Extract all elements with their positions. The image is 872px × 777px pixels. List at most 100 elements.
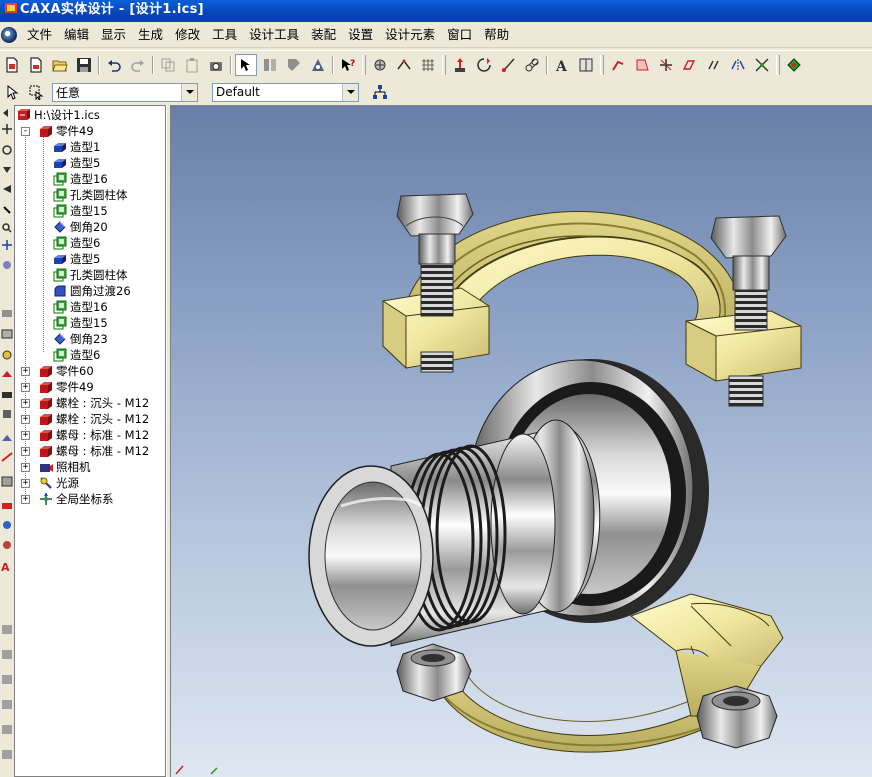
part-icon: [39, 412, 53, 426]
toolbar-grip[interactable]: [600, 54, 604, 75]
tag-icon[interactable]: [283, 54, 305, 76]
assembly-icon[interactable]: [783, 54, 805, 76]
expand-icon[interactable]: +: [21, 462, 30, 472]
tree-item[interactable]: 倒角20: [53, 219, 108, 235]
revolve-icon[interactable]: [473, 54, 495, 76]
tree-item[interactable]: 造型6: [53, 347, 100, 363]
tree-item[interactable]: + 螺母 : 标准 - M12: [21, 443, 149, 459]
tree-item[interactable]: 造型15: [53, 315, 108, 331]
tree-item[interactable]: + 照相机: [21, 459, 91, 475]
trim-icon[interactable]: [751, 54, 773, 76]
tree-item[interactable]: + 螺栓 : 沉头 - M12: [21, 395, 149, 411]
tree-item[interactable]: + 螺母 : 标准 - M12: [21, 427, 149, 443]
tree-item[interactable]: 造型1: [53, 139, 100, 155]
face-draft-icon[interactable]: [631, 54, 653, 76]
grid-icon[interactable]: [417, 54, 439, 76]
style-combo[interactable]: Default: [212, 82, 359, 102]
camera-snap-icon[interactable]: [205, 54, 227, 76]
tree-item-label: 光源: [56, 476, 79, 490]
clamp-assembly-model: [175, 193, 802, 775]
expand-icon[interactable]: +: [21, 494, 30, 504]
left-tool-icons[interactable]: A: [0, 105, 14, 777]
light-icon: [39, 476, 53, 490]
extrude-icon[interactable]: [449, 54, 471, 76]
toolbar-grip[interactable]: [776, 54, 780, 75]
arrow-curve-icon[interactable]: [607, 54, 629, 76]
collapse-icon[interactable]: -: [21, 126, 30, 136]
menu-view[interactable]: 显示: [95, 23, 132, 47]
new-drawing-icon[interactable]: [25, 54, 47, 76]
chevron-down-icon[interactable]: [181, 83, 197, 101]
tree-item[interactable]: 造型6: [53, 235, 100, 251]
menu-window[interactable]: 窗口: [441, 23, 478, 47]
tree-item[interactable]: 造型5: [53, 155, 100, 171]
menu-generate[interactable]: 生成: [132, 23, 169, 47]
mirror-icon[interactable]: [727, 54, 749, 76]
layout-icon[interactable]: [575, 54, 597, 76]
toolbar-grip[interactable]: [362, 54, 366, 75]
tree-item[interactable]: 造型5: [53, 251, 100, 267]
view-bar-icon[interactable]: [259, 54, 281, 76]
render-icon[interactable]: [307, 54, 329, 76]
tree-item[interactable]: + 全局坐标系: [21, 491, 114, 507]
offset-icon[interactable]: [703, 54, 725, 76]
menu-edit[interactable]: 编辑: [58, 23, 95, 47]
expand-icon[interactable]: +: [21, 446, 30, 456]
hierarchy-icon[interactable]: [369, 81, 391, 103]
tree-item[interactable]: + 螺栓 : 沉头 - M12: [21, 411, 149, 427]
tree-item[interactable]: 孔类圆柱体: [53, 267, 128, 283]
expand-icon[interactable]: +: [21, 398, 30, 408]
loft-icon[interactable]: [521, 54, 543, 76]
tree-item[interactable]: + 光源: [21, 475, 79, 491]
sweep-icon[interactable]: [497, 54, 519, 76]
tree-item[interactable]: - 零件49: [21, 123, 94, 139]
tree-item[interactable]: 孔类圆柱体: [53, 187, 128, 203]
expand-icon[interactable]: +: [21, 382, 30, 392]
menu-assembly[interactable]: 装配: [305, 23, 342, 47]
tree-item[interactable]: 造型15: [53, 203, 108, 219]
text-icon[interactable]: A: [551, 54, 573, 76]
expand-icon[interactable]: +: [21, 430, 30, 440]
expand-icon[interactable]: +: [21, 414, 30, 424]
tree-item[interactable]: 造型16: [53, 299, 108, 315]
split-icon[interactable]: [655, 54, 677, 76]
tree-root[interactable]: H:\设计1.ics: [17, 107, 100, 123]
pick-face-icon[interactable]: [369, 54, 391, 76]
shell-icon[interactable]: [679, 54, 701, 76]
selection-filter-combo[interactable]: 任意: [52, 82, 198, 102]
toolbar-grip[interactable]: [442, 54, 446, 75]
tree-item-label: 螺栓 : 沉头 - M12: [56, 412, 150, 426]
pointer-icon[interactable]: [1, 81, 23, 103]
help-pointer-icon[interactable]: ?: [337, 54, 359, 76]
undo-icon[interactable]: [103, 54, 125, 76]
tree-item[interactable]: + 零件49: [21, 379, 94, 395]
open-folder-icon[interactable]: [49, 54, 71, 76]
menu-design-elements[interactable]: 设计元素: [379, 23, 441, 47]
document-system-icon[interactable]: [1, 26, 17, 43]
shape-icon: [53, 252, 67, 266]
box-select-icon[interactable]: [25, 81, 47, 103]
tree-item[interactable]: + 零件60: [21, 363, 94, 379]
tree-item[interactable]: 圆角过渡26: [53, 283, 131, 299]
menu-file[interactable]: 文件: [21, 23, 58, 47]
copy-disabled-icon[interactable]: [157, 54, 179, 76]
menu-settings[interactable]: 设置: [342, 23, 379, 47]
expand-icon[interactable]: +: [21, 478, 30, 488]
save-icon[interactable]: [73, 54, 95, 76]
paste-disabled-icon[interactable]: [181, 54, 203, 76]
feature-green-icon: [53, 236, 67, 250]
pick-edge-icon[interactable]: [393, 54, 415, 76]
chevron-down-icon[interactable]: [342, 83, 358, 101]
redo-icon[interactable]: [127, 54, 149, 76]
menu-design-tools[interactable]: 设计工具: [243, 23, 305, 47]
menu-tools[interactable]: 工具: [206, 23, 243, 47]
menu-modify[interactable]: 修改: [169, 23, 206, 47]
tree-item-label: 造型15: [70, 316, 108, 330]
tree-item[interactable]: 造型16: [53, 171, 108, 187]
3d-viewport[interactable]: [171, 105, 872, 777]
expand-icon[interactable]: +: [21, 366, 30, 376]
new-design-icon[interactable]: [1, 54, 23, 76]
menu-help[interactable]: 帮助: [478, 23, 515, 47]
select-mode-icon[interactable]: [235, 53, 257, 76]
tree-item[interactable]: 倒角23: [53, 331, 108, 347]
